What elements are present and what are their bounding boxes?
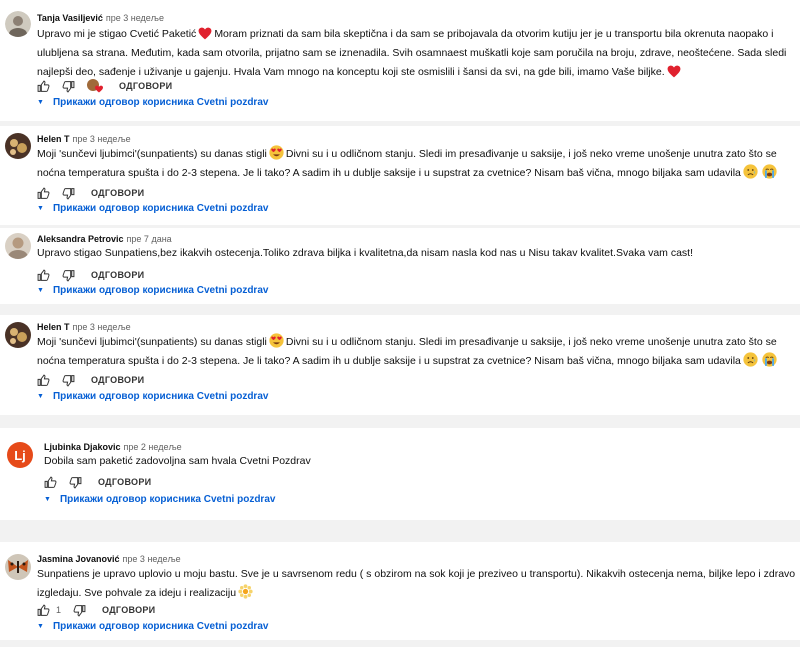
comment-text: Dobila sam paketić zadovoljna sam hvala … — [44, 455, 311, 467]
thumb-up-icon[interactable] — [37, 268, 50, 282]
like-count: 1 — [56, 605, 62, 615]
comment-time[interactable]: пре 3 недеље — [106, 13, 164, 23]
chevron-down-icon: ▼ — [37, 205, 44, 212]
show-replies-button[interactable]: ▼ Прикажи одговор корисника Cvetni pozdra… — [37, 97, 268, 108]
comment-card: Jasmina Jovanović пре 3 недеље Sunpatiens… — [0, 542, 800, 640]
show-replies-button[interactable]: ▼ Прикажи одговор корисника Cvetni pozdra… — [37, 203, 268, 214]
heart-eyes-emoji-icon — [269, 145, 284, 160]
thumb-up-icon[interactable] — [37, 603, 50, 617]
chevron-down-icon: ▼ — [37, 287, 44, 294]
avatar[interactable] — [5, 233, 31, 259]
thumb-down-icon[interactable] — [62, 187, 75, 200]
red-heart-icon — [667, 65, 681, 78]
thumb-up-icon[interactable] — [37, 373, 50, 387]
avatar[interactable] — [5, 11, 31, 37]
thumb-down-icon[interactable] — [62, 374, 75, 387]
chevron-down-icon: ▼ — [37, 393, 44, 400]
comment-header: Jasmina Jovanović пре 3 недеље — [37, 554, 181, 564]
avatar[interactable] — [5, 133, 31, 159]
chevron-down-icon: ▼ — [37, 623, 44, 630]
avatar[interactable] — [5, 554, 31, 580]
heart-eyes-emoji-icon — [269, 333, 284, 348]
comment-actions: ОДГОВОРИ — [37, 79, 172, 93]
sad-face-emoji-icon — [743, 164, 758, 179]
reply-button[interactable]: ОДГОВОРИ — [102, 605, 155, 615]
creator-heart-icon — [87, 79, 103, 93]
reply-button[interactable]: ОДГОВОРИ — [91, 188, 144, 198]
crying-face-emoji-icon — [762, 352, 777, 367]
comment-text: Moji 'sunčevi ljubimci'(sunpatients) su … — [37, 333, 797, 371]
show-replies-button[interactable]: ▼ Прикажи одговор корисника Cvetni pozdra… — [37, 391, 268, 402]
comment-text: Upravo stigao Sunpatiens,bez ikakvih ost… — [37, 247, 693, 259]
reply-button[interactable]: ОДГОВОРИ — [119, 81, 172, 91]
chevron-down-icon: ▼ — [44, 496, 51, 503]
comment-time[interactable]: пре 3 недеље — [73, 134, 131, 144]
comment-header: Tanja Vasiljević пре 3 недеље — [37, 13, 164, 23]
comment-card: Helen Tпре 3 недеље Moji 'sunčevi ljubim… — [0, 126, 800, 225]
comment-actions: ОДГОВОРИ — [37, 268, 144, 282]
reply-button[interactable]: ОДГОВОРИ — [98, 477, 151, 487]
author-name[interactable]: Jasmina Jovanović — [37, 554, 120, 564]
thumb-down-icon[interactable] — [69, 476, 82, 489]
comment-actions: ОДГОВОРИ — [37, 186, 144, 200]
red-heart-icon — [198, 27, 212, 40]
comment-card: Helen Tпре 3 недеље Moji 'sunčevi ljubim… — [0, 315, 800, 415]
show-replies-button[interactable]: ▼ Прикажи одговор корисника Cvetni pozdra… — [37, 285, 268, 296]
comment-actions: 1 ОДГОВОРИ — [37, 603, 155, 617]
crying-face-emoji-icon — [762, 164, 777, 179]
comment-header: Ljubinka Djakovic пре 2 недеље — [44, 442, 182, 452]
thumb-down-icon[interactable] — [62, 269, 75, 282]
author-name[interactable]: Ljubinka Djakovic — [44, 442, 121, 452]
comment-text: Upravo mi je stigao Cvetić Paketić Moram … — [37, 27, 787, 78]
comment-header: Aleksandra Petrovic пре 7 дана — [37, 234, 172, 244]
author-name[interactable]: Aleksandra Petrovic — [37, 234, 124, 244]
author-name[interactable]: Helen T — [37, 322, 70, 332]
author-name[interactable]: Tanja Vasiljević — [37, 13, 103, 23]
avatar[interactable] — [5, 322, 31, 348]
show-replies-button[interactable]: ▼ Прикажи одговор корисника Cvetni pozdra… — [37, 621, 268, 632]
comment-header: Helen Tпре 3 недеље — [37, 134, 131, 144]
thumb-down-icon[interactable] — [73, 604, 86, 617]
comment-time[interactable]: пре 3 недеље — [123, 554, 181, 564]
comment-card: Lj Ljubinka Djakovic пре 2 недеље Dobila … — [0, 428, 800, 520]
comment-text: Sunpatiens je upravo uplovio u moju bast… — [37, 568, 796, 599]
thumb-up-icon[interactable] — [37, 186, 50, 200]
comment-actions: ОДГОВОРИ — [44, 475, 151, 489]
thumb-up-icon[interactable] — [37, 79, 50, 93]
chevron-down-icon: ▼ — [37, 99, 44, 106]
author-name[interactable]: Helen T — [37, 134, 70, 144]
comment-header: Helen Tпре 3 недеље — [37, 322, 131, 332]
show-replies-button[interactable]: ▼ Прикажи одговор корисника Cvetni pozdra… — [44, 494, 275, 505]
comment-actions: ОДГОВОРИ — [37, 373, 144, 387]
comment-time[interactable]: пре 2 недеље — [124, 442, 182, 452]
comment-card: Aleksandra Petrovic пре 7 дана Upravo sti… — [0, 228, 800, 304]
comment-time[interactable]: пре 3 недеље — [73, 322, 131, 332]
reply-button[interactable]: ОДГОВОРИ — [91, 375, 144, 385]
comment-time[interactable]: пре 7 дана — [127, 234, 172, 244]
comment-card: Tanja Vasiljević пре 3 недеље Upravo mi j… — [0, 0, 800, 121]
sun-flower-icon — [238, 584, 253, 599]
avatar[interactable]: Lj — [7, 442, 33, 468]
thumb-down-icon[interactable] — [62, 80, 75, 93]
reply-button[interactable]: ОДГОВОРИ — [91, 270, 144, 280]
thumb-up-icon[interactable] — [44, 475, 57, 489]
sad-face-emoji-icon — [743, 352, 758, 367]
comment-text: Moji 'sunčevi ljubimci'(sunpatients) su … — [37, 145, 797, 183]
